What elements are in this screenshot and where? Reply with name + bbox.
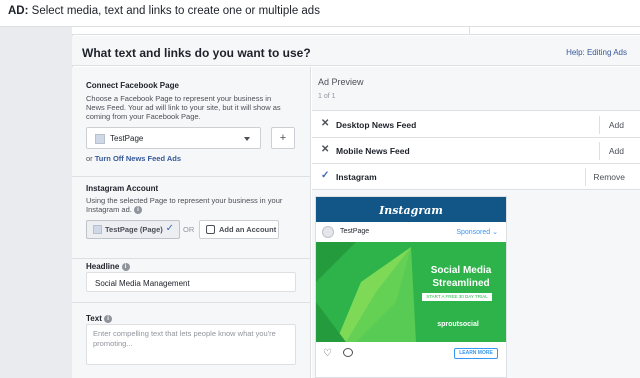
instagram-account-section: Instagram Account Using the selected Pag… — [72, 177, 311, 259]
avatar — [322, 226, 334, 238]
post-username: TestPage — [340, 228, 370, 235]
placement-name: Instagram — [336, 172, 377, 182]
instagram-logo: Instagram — [379, 204, 443, 217]
ad-image: Social Media Streamlined START A FREE 30… — [316, 242, 506, 342]
help-editing-ads-link[interactable]: Help: Editing Ads — [566, 48, 627, 57]
ad-creative-form: Connect Facebook Page Choose a Facebook … — [72, 67, 311, 378]
ad-image-headline: Social Media Streamlined — [430, 265, 492, 289]
selected-page-label: TestPage — [110, 134, 144, 143]
headline-input[interactable]: Social Media Management — [86, 272, 296, 292]
previous-section-edge — [72, 27, 640, 35]
ad-text-placeholder: Enter compelling text that lets people k… — [93, 329, 276, 348]
checkmark-icon[interactable]: ✓ — [321, 170, 329, 181]
info-icon[interactable]: i — [121, 262, 130, 271]
or-separator: OR — [183, 225, 195, 234]
instagram-account-title: Instagram Account — [86, 184, 159, 193]
ad-title-bar: AD: Select media, text and links to crea… — [0, 0, 640, 27]
headline-label-text: Headline — [86, 262, 120, 271]
page-thumbnail-icon — [95, 134, 105, 144]
headline-label: Headline i — [86, 262, 130, 271]
placement-name: Mobile News Feed — [336, 146, 410, 156]
connect-page-description: Choose a Facebook Page to represent your… — [86, 94, 281, 121]
facebook-page-select[interactable]: TestPage — [86, 127, 261, 149]
divider — [599, 142, 600, 160]
instagram-header: Instagram — [316, 197, 506, 222]
placement-row-instagram: ✓ Instagram Remove — [312, 164, 640, 190]
comment-icon — [343, 348, 353, 357]
page-thumbnail-icon — [93, 225, 102, 234]
ad-preview-header: Ad Preview 1 of 1 — [312, 67, 640, 111]
chevron-down-icon — [244, 137, 250, 141]
placement-name: Desktop News Feed — [336, 120, 417, 130]
brand-logo: sproutsocial — [437, 321, 479, 328]
ad-instructions: Select media, text and links to create o… — [31, 5, 320, 17]
instagram-account-description-text: Using the selected Page to represent you… — [86, 196, 283, 214]
text-label: Text i — [86, 314, 113, 323]
divider — [585, 168, 586, 186]
chevron-down-icon: ⌄ — [492, 229, 498, 236]
connect-page-section: Connect Facebook Page Choose a Facebook … — [72, 67, 311, 177]
instagram-post-actions: ♡ LEARN MORE — [316, 342, 506, 377]
close-icon[interactable]: ✕ — [321, 144, 329, 155]
learn-more-button[interactable]: LEARN MORE — [454, 348, 498, 359]
add-page-button[interactable]: + — [271, 127, 295, 149]
sponsored-text: Sponsored — [456, 229, 491, 236]
text-label-text: Text — [86, 314, 102, 323]
divider — [599, 116, 600, 134]
placement-row-mobile-news-feed: ✕ Mobile News Feed Add — [312, 138, 640, 164]
heart-icon: ♡ — [323, 348, 332, 359]
instagram-account-description: Using the selected Page to represent you… — [86, 196, 286, 215]
instagram-ad-preview: Instagram TestPage Sponsored ⌄ Social Me… — [315, 196, 507, 378]
instagram-page-chip[interactable]: TestPage (Page) ✓ — [86, 220, 180, 239]
sponsored-label: Sponsored ⌄ — [456, 228, 498, 236]
remove-placement-button[interactable]: Remove — [593, 172, 625, 182]
close-icon[interactable]: ✕ — [321, 118, 329, 129]
ad-text-input[interactable]: Enter compelling text that lets people k… — [86, 324, 296, 365]
headline-section: Headline i Social Media Management — [72, 259, 311, 303]
info-icon[interactable]: i — [104, 314, 113, 323]
ad-label: AD: — [8, 5, 29, 17]
connect-page-title: Connect Facebook Page — [86, 81, 179, 90]
instagram-post-header: TestPage Sponsored ⌄ — [316, 222, 506, 242]
turn-off-news-feed-line: or Turn Off News Feed Ads — [86, 154, 181, 163]
ad-preview-title: Ad Preview — [318, 77, 364, 87]
instagram-icon — [206, 225, 215, 234]
turn-off-news-feed-ads-link[interactable]: Turn Off News Feed Ads — [95, 154, 181, 163]
ad-preview-count: 1 of 1 — [318, 93, 336, 100]
add-placement-button[interactable]: Add — [609, 120, 624, 130]
ad-image-cta: START A FREE 30 DAY TRIAL — [422, 293, 492, 301]
checkmark-icon: ✓ — [165, 223, 174, 234]
instagram-page-chip-label: TestPage (Page) — [105, 225, 163, 234]
text-section: Text i Enter compelling text that lets p… — [72, 303, 311, 378]
section-title: What text and links do you want to use? — [82, 46, 311, 60]
info-icon[interactable]: i — [133, 206, 142, 215]
add-placement-button[interactable]: Add — [609, 146, 624, 156]
add-account-label: Add an Account — [219, 225, 277, 234]
or-text: or — [86, 154, 93, 163]
section-header: What text and links do you want to use? … — [72, 36, 640, 66]
placement-row-desktop-news-feed: ✕ Desktop News Feed Add — [312, 112, 640, 138]
add-account-button[interactable]: Add an Account — [199, 220, 279, 239]
headline-value: Social Media Management — [95, 279, 190, 288]
